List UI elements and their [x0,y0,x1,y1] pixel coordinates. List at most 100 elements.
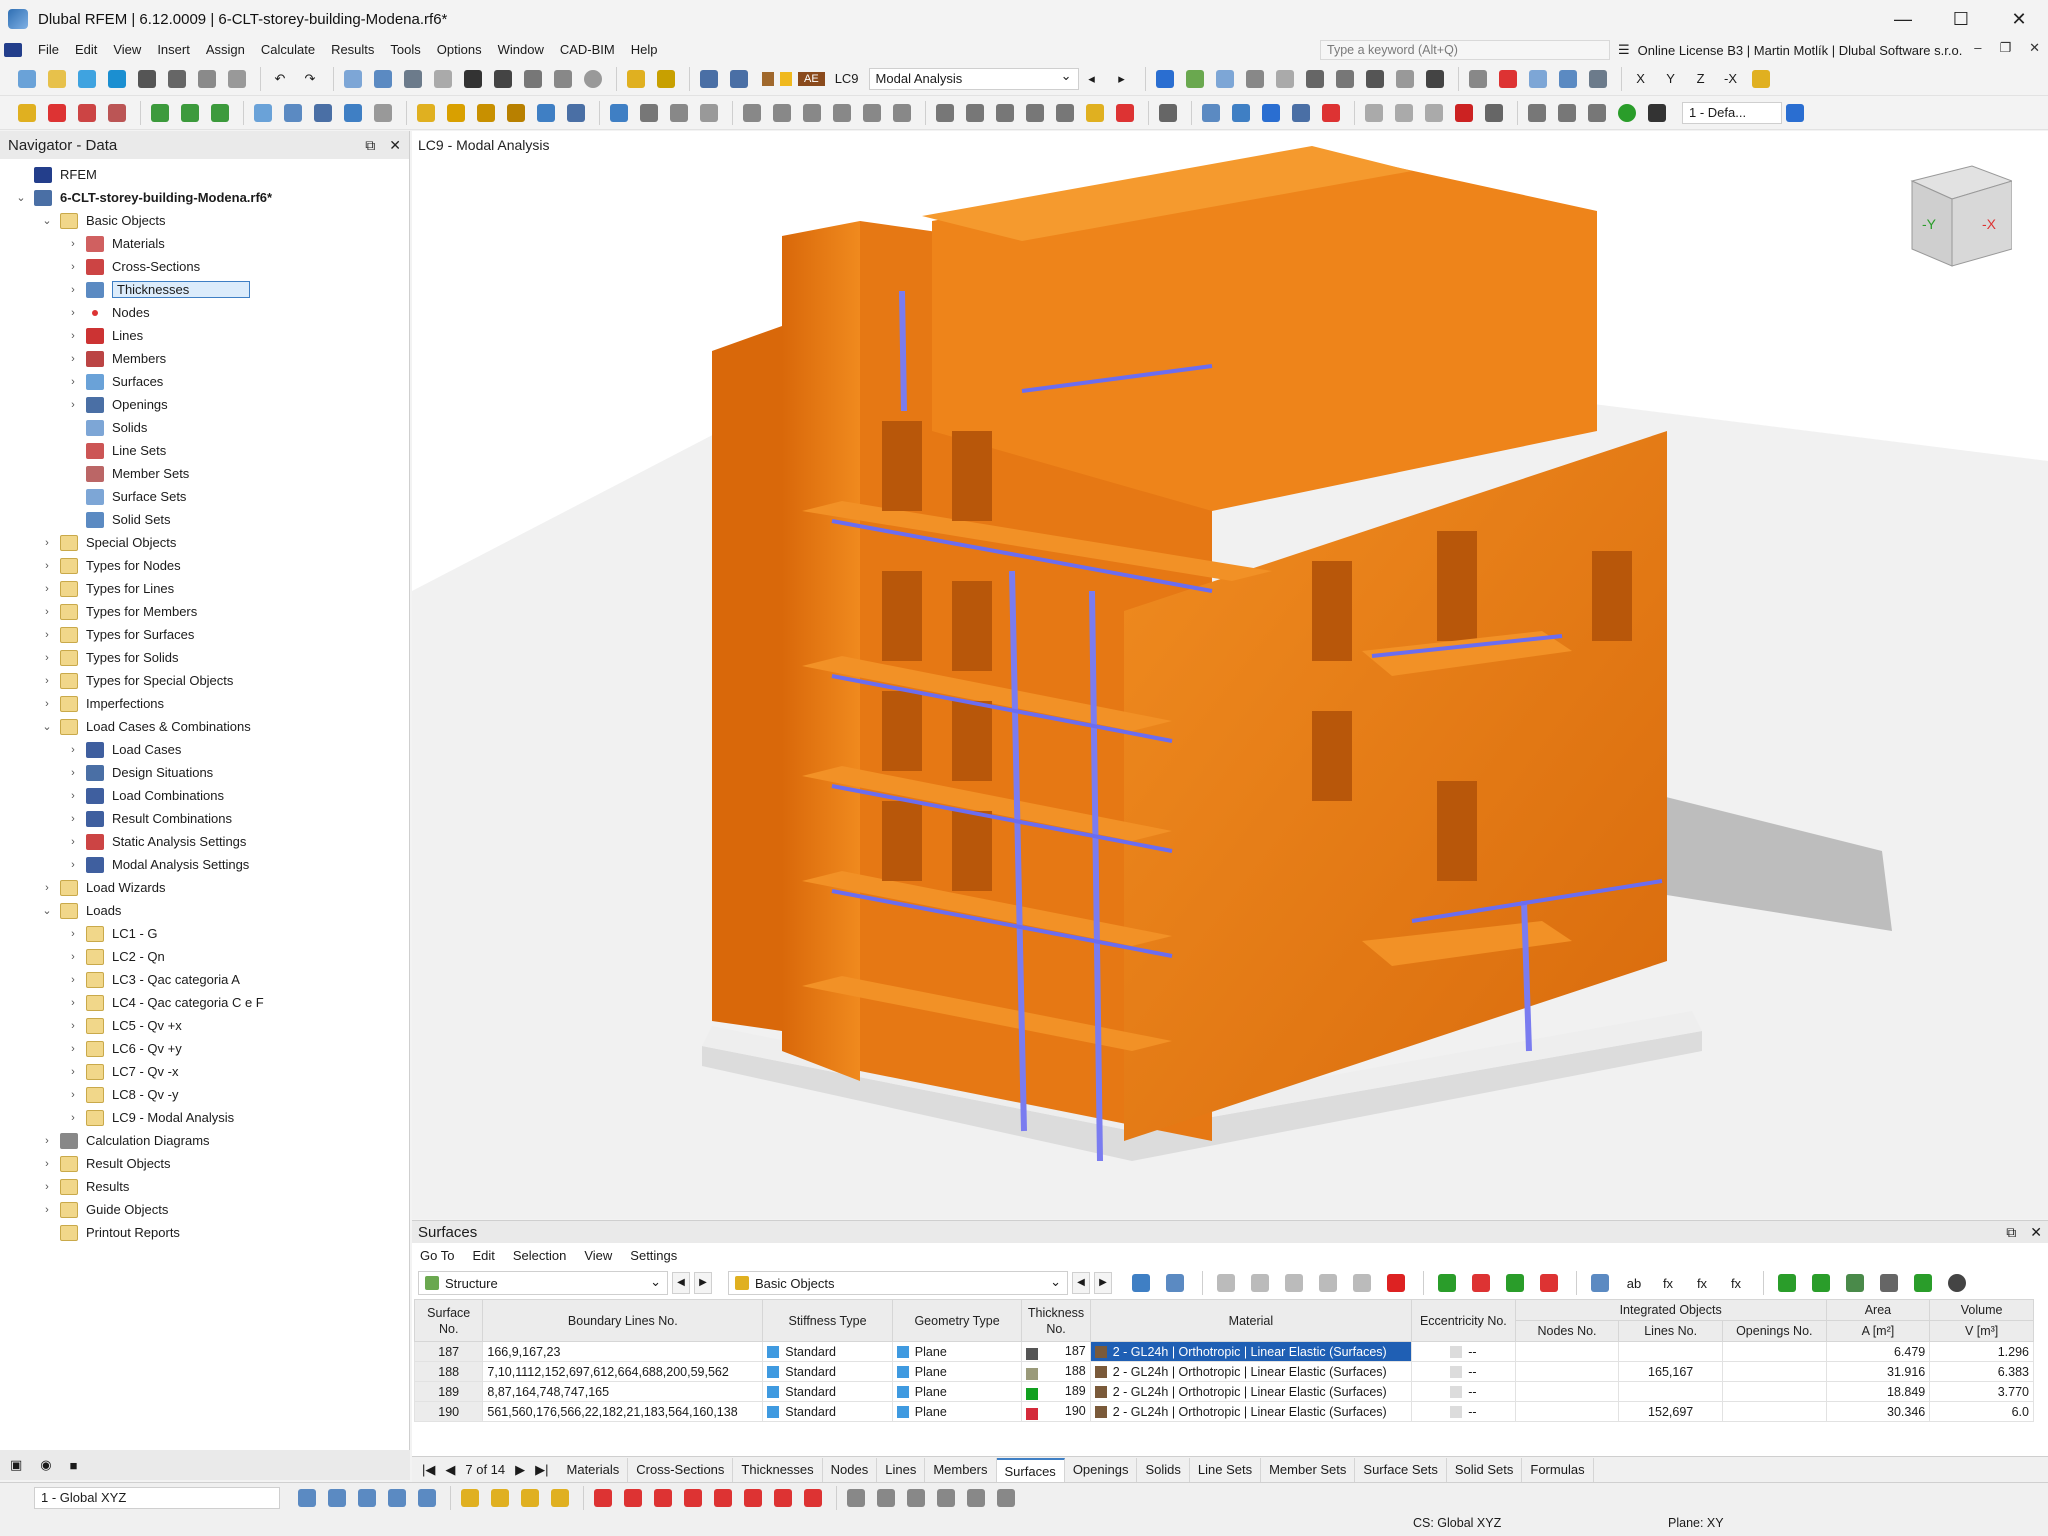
member-support-icon[interactable] [207,100,233,126]
dimension2-icon[interactable] [636,100,662,126]
load-case-icon[interactable] [726,66,752,92]
excel-settings-icon[interactable] [1842,1270,1868,1296]
expand-icon[interactable]: › [66,1112,80,1124]
tab-cross-sections[interactable]: Cross-Sections [628,1457,734,1482]
cell-material[interactable]: 2 - GL24h | Orthotropic | Linear Elastic… [1089,1341,1413,1362]
view-minus-x-icon[interactable]: -X [1718,66,1744,92]
render-icon[interactable] [1465,66,1491,92]
snap-icon[interactable] [1155,100,1181,126]
tab-line-sets[interactable]: Line Sets [1190,1457,1262,1482]
tab-formulas[interactable]: Formulas [1522,1457,1594,1482]
collapse-icon[interactable]: ⌄ [40,720,54,733]
support-icon[interactable] [147,100,173,126]
nav-item-load-wizards[interactable]: › Load Wizards [40,876,165,899]
pin-icon[interactable] [1112,100,1138,126]
opening-icon[interactable] [310,100,336,126]
table-row[interactable]: 189 8,87,164,748,747,165 Standard Plane 189 2… [413,1381,2034,1402]
iso-view-icon[interactable] [1748,66,1774,92]
tab-materials[interactable]: Materials [559,1457,629,1482]
camera-icon[interactable]: ■ [70,1458,78,1473]
brush-icon[interactable] [370,100,396,126]
delete-icon[interactable] [1451,100,1477,126]
expand-icon[interactable]: › [40,1135,54,1147]
nav-item-design-situations[interactable]: › Design Situations [66,761,213,784]
nav-item-surfaces[interactable]: › Surfaces [66,370,163,393]
intersect-icon[interactable] [1052,100,1078,126]
nav-item-types-for-surfaces[interactable]: › Types for Surfaces [40,623,194,646]
expand-icon[interactable]: › [40,560,54,572]
expand-icon[interactable]: › [66,1089,80,1101]
dimension-toggle-icon[interactable] [457,1485,483,1511]
table-import-icon[interactable] [1502,1270,1528,1296]
dimension-icon[interactable] [653,66,679,92]
object-snap-icon[interactable] [1228,100,1254,126]
expand-icon[interactable]: › [40,698,54,710]
tab-surfaces[interactable]: Surfaces [996,1457,1065,1482]
cell-surface-no[interactable]: 189 [413,1381,484,1402]
arc-icon[interactable] [104,100,130,126]
nav-item-calculation-diagrams[interactable]: › Calculation Diagrams [40,1129,210,1152]
polar-toggle-icon[interactable] [414,1485,440,1511]
combo1-next-button[interactable]: ▶ [694,1272,712,1294]
menu-help[interactable]: Help [623,38,666,62]
cell-area[interactable]: 31.916 [1825,1361,1931,1382]
coordinate-system-select[interactable]: 1 - Global XYZ [34,1486,280,1509]
scale-icon[interactable] [859,100,885,126]
cell-thickness[interactable]: 190 [1021,1401,1091,1422]
table-insert-icon[interactable] [1213,1270,1239,1296]
guide-icon[interactable] [666,100,692,126]
menu-cad-bim[interactable]: CAD-BIM [552,38,623,62]
previous-lc-icon[interactable]: ◂ [1079,66,1105,92]
report-icon[interactable] [194,66,220,92]
navigator-close-icon[interactable]: ✕ [389,137,401,154]
document-icon[interactable] [430,66,456,92]
draw8-toggle-icon[interactable] [800,1485,826,1511]
nav-item-result-combinations[interactable]: › Result Combinations [66,807,232,830]
table-select-icon[interactable] [1128,1270,1154,1296]
cell-thickness[interactable]: 187 [1021,1341,1091,1362]
expand-icon[interactable]: › [40,882,54,894]
window-toggle-icon[interactable] [933,1485,959,1511]
cell-geometry[interactable]: Plane [891,1381,1023,1402]
tab-solid-sets[interactable]: Solid Sets [1447,1457,1523,1482]
nav-item-static-analysis-settings[interactable]: › Static Analysis Settings [66,830,246,853]
expand-icon[interactable]: › [66,1066,80,1078]
cell-openings[interactable] [1721,1401,1827,1422]
snap-toggle-icon[interactable] [294,1485,320,1511]
open-icon[interactable] [44,66,70,92]
cell-boundary[interactable]: 8,87,164,748,747,165 [482,1381,764,1402]
nav-item-basic-objects[interactable]: ⌄ Basic Objects [40,209,165,232]
cell-openings[interactable] [1721,1341,1827,1362]
last-page-button[interactable]: ▶| [535,1462,548,1478]
display-icon[interactable] [1392,66,1418,92]
menu-window[interactable]: Window [490,38,552,62]
cell-surface-no[interactable]: 190 [413,1401,484,1422]
phone-icon[interactable] [550,66,576,92]
line-load-icon[interactable] [443,100,469,126]
table-remove-icon[interactable] [1468,1270,1494,1296]
cell-area[interactable]: 30.346 [1825,1401,1931,1422]
layers-icon[interactable] [520,66,546,92]
expand-icon[interactable]: › [66,974,80,986]
3d-viewport[interactable]: LC9 - Modal Analysis -Y -X [412,131,2048,1219]
measure-icon[interactable] [1332,66,1358,92]
layer3-icon[interactable] [1584,100,1610,126]
line2-toggle-icon[interactable] [517,1485,543,1511]
nav-item-imperfections[interactable]: › Imperfections [40,692,164,715]
expand-icon[interactable]: › [66,330,80,342]
collapse-icon[interactable]: ⌄ [14,191,28,204]
nav-item-load-cases-combinations[interactable]: ⌄ Load Cases & Combinations [40,715,251,738]
first-page-button[interactable]: |◀ [422,1462,435,1478]
maximize-button[interactable]: ☐ [1932,0,1990,38]
tab-thicknesses[interactable]: Thicknesses [733,1457,823,1482]
view-y-icon[interactable]: Y [1658,66,1684,92]
expand-icon[interactable]: › [66,1043,80,1055]
render-mode-icon[interactable] [623,66,649,92]
line-toggle-icon[interactable] [487,1485,513,1511]
minimize-button[interactable]: — [1874,0,1932,38]
globe-icon[interactable] [580,66,606,92]
crossing-toggle-icon[interactable] [903,1485,929,1511]
cell-volume[interactable]: 6.383 [1929,1361,2034,1382]
surface-load2-icon[interactable] [503,100,529,126]
divide-icon[interactable] [932,100,958,126]
